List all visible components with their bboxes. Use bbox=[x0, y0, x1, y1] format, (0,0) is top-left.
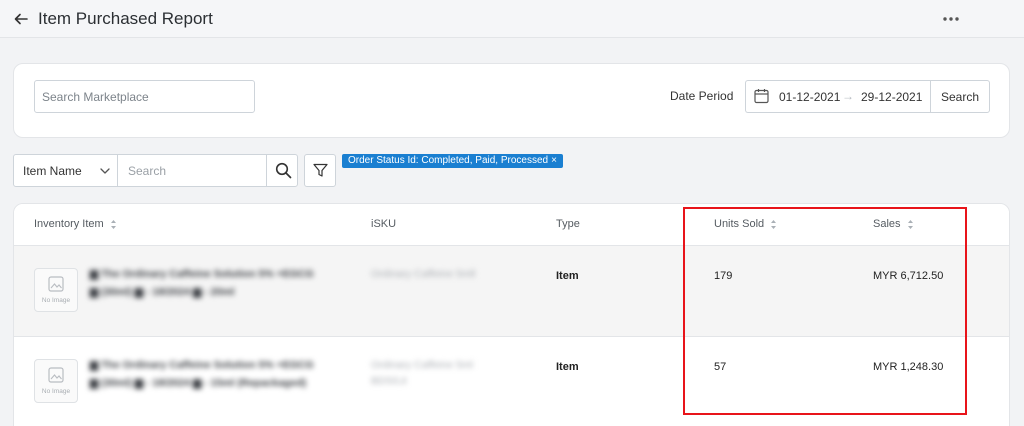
date-range-arrow: → bbox=[842, 89, 854, 103]
order-status-tag-label: Order Status Id: Completed, Paid, Proces… bbox=[348, 155, 549, 166]
item-name-line2: ▆ (30ml) ▆ - 18/2024 ▆ - 15ml (Repackage… bbox=[90, 377, 307, 389]
search-button[interactable]: Search bbox=[930, 80, 990, 113]
isku-value: Ordinary Caffeine 5ml bbox=[371, 359, 473, 371]
column-header-inventory-item[interactable]: Inventory Item bbox=[34, 218, 117, 230]
isku-value: Ordinary Caffeine 5mll bbox=[371, 268, 476, 280]
page-title: Item Purchased Report bbox=[38, 9, 213, 28]
isku-value-line2: BDS/Lit bbox=[371, 375, 407, 387]
chevron-down-icon bbox=[100, 168, 110, 174]
search-icon-button[interactable] bbox=[266, 155, 298, 186]
column-header-sales[interactable]: Sales bbox=[873, 218, 914, 230]
date-range-picker[interactable]: 01-12-2021 → 29-12-2021 bbox=[745, 80, 931, 113]
product-thumbnail: No Image bbox=[34, 359, 78, 403]
search-marketplace-input[interactable] bbox=[34, 80, 255, 113]
sales-value: MYR 1,248.30 bbox=[873, 361, 944, 373]
type-value: Item bbox=[556, 361, 579, 373]
type-value: Item bbox=[556, 270, 579, 282]
sort-icon[interactable] bbox=[907, 219, 914, 230]
filter-card: Date Period 01-12-2021 → 29-12-2021 Sear… bbox=[13, 63, 1010, 138]
column-label: Type bbox=[556, 218, 580, 230]
column-label: Inventory Item bbox=[34, 218, 104, 230]
column-label: Units Sold bbox=[714, 218, 765, 230]
report-table: Inventory Item iSKU Type Units Sold Sale… bbox=[13, 203, 1010, 426]
column-header-isku: iSKU bbox=[371, 218, 396, 230]
funnel-icon bbox=[313, 163, 328, 177]
item-name-line1[interactable]: ▆ The Ordinary Caffeine Solution 5% +EGC… bbox=[90, 359, 314, 371]
product-thumbnail: No Image bbox=[34, 268, 78, 312]
item-name-line1[interactable]: ▆ The Ordinary Caffeine Solution 5% +EGC… bbox=[90, 268, 314, 280]
item-name-line2: ▆ (30ml) ▆ - 18/2024 ▆ - 20ml bbox=[90, 286, 235, 298]
sort-icon[interactable] bbox=[110, 219, 117, 230]
column-label: Sales bbox=[873, 218, 901, 230]
column-header-units-sold[interactable]: Units Sold bbox=[714, 218, 777, 230]
search-icon bbox=[275, 162, 292, 179]
units-sold-value: 57 bbox=[714, 361, 727, 373]
units-sold-value: 179 bbox=[714, 270, 733, 282]
sort-icon[interactable] bbox=[770, 219, 777, 230]
field-select[interactable]: Item Name bbox=[14, 155, 118, 186]
close-icon[interactable]: × bbox=[551, 155, 557, 166]
field-select-label: Item Name bbox=[23, 164, 82, 178]
column-header-type: Type bbox=[556, 218, 580, 230]
table-row: No Image ▆ The Ordinary Caffeine Solutio… bbox=[14, 337, 1009, 426]
top-bar: Item Purchased Report bbox=[0, 0, 1024, 38]
image-placeholder-icon bbox=[48, 276, 64, 292]
sales-value: MYR 6,712.50 bbox=[873, 270, 944, 282]
date-from[interactable]: 01-12-2021 bbox=[779, 90, 840, 104]
arrow-left-icon[interactable] bbox=[13, 11, 29, 27]
table-row: No Image ▆ The Ordinary Caffeine Solutio… bbox=[14, 246, 1009, 337]
column-label: iSKU bbox=[371, 218, 397, 230]
field-filter-group: Item Name bbox=[13, 154, 298, 187]
more-horizontal-icon[interactable] bbox=[942, 12, 960, 26]
date-period-label: Date Period bbox=[670, 89, 734, 103]
image-placeholder-icon bbox=[48, 367, 64, 383]
no-image-label: No Image bbox=[41, 388, 71, 395]
item-search-input[interactable] bbox=[119, 155, 266, 186]
calendar-icon bbox=[754, 89, 769, 104]
filter-button[interactable] bbox=[304, 154, 336, 187]
order-status-filter-tag: Order Status Id: Completed, Paid, Proces… bbox=[342, 154, 563, 168]
no-image-label: No Image bbox=[41, 297, 71, 304]
table-header: Inventory Item iSKU Type Units Sold Sale… bbox=[14, 204, 1009, 246]
date-to[interactable]: 29-12-2021 bbox=[861, 90, 922, 104]
